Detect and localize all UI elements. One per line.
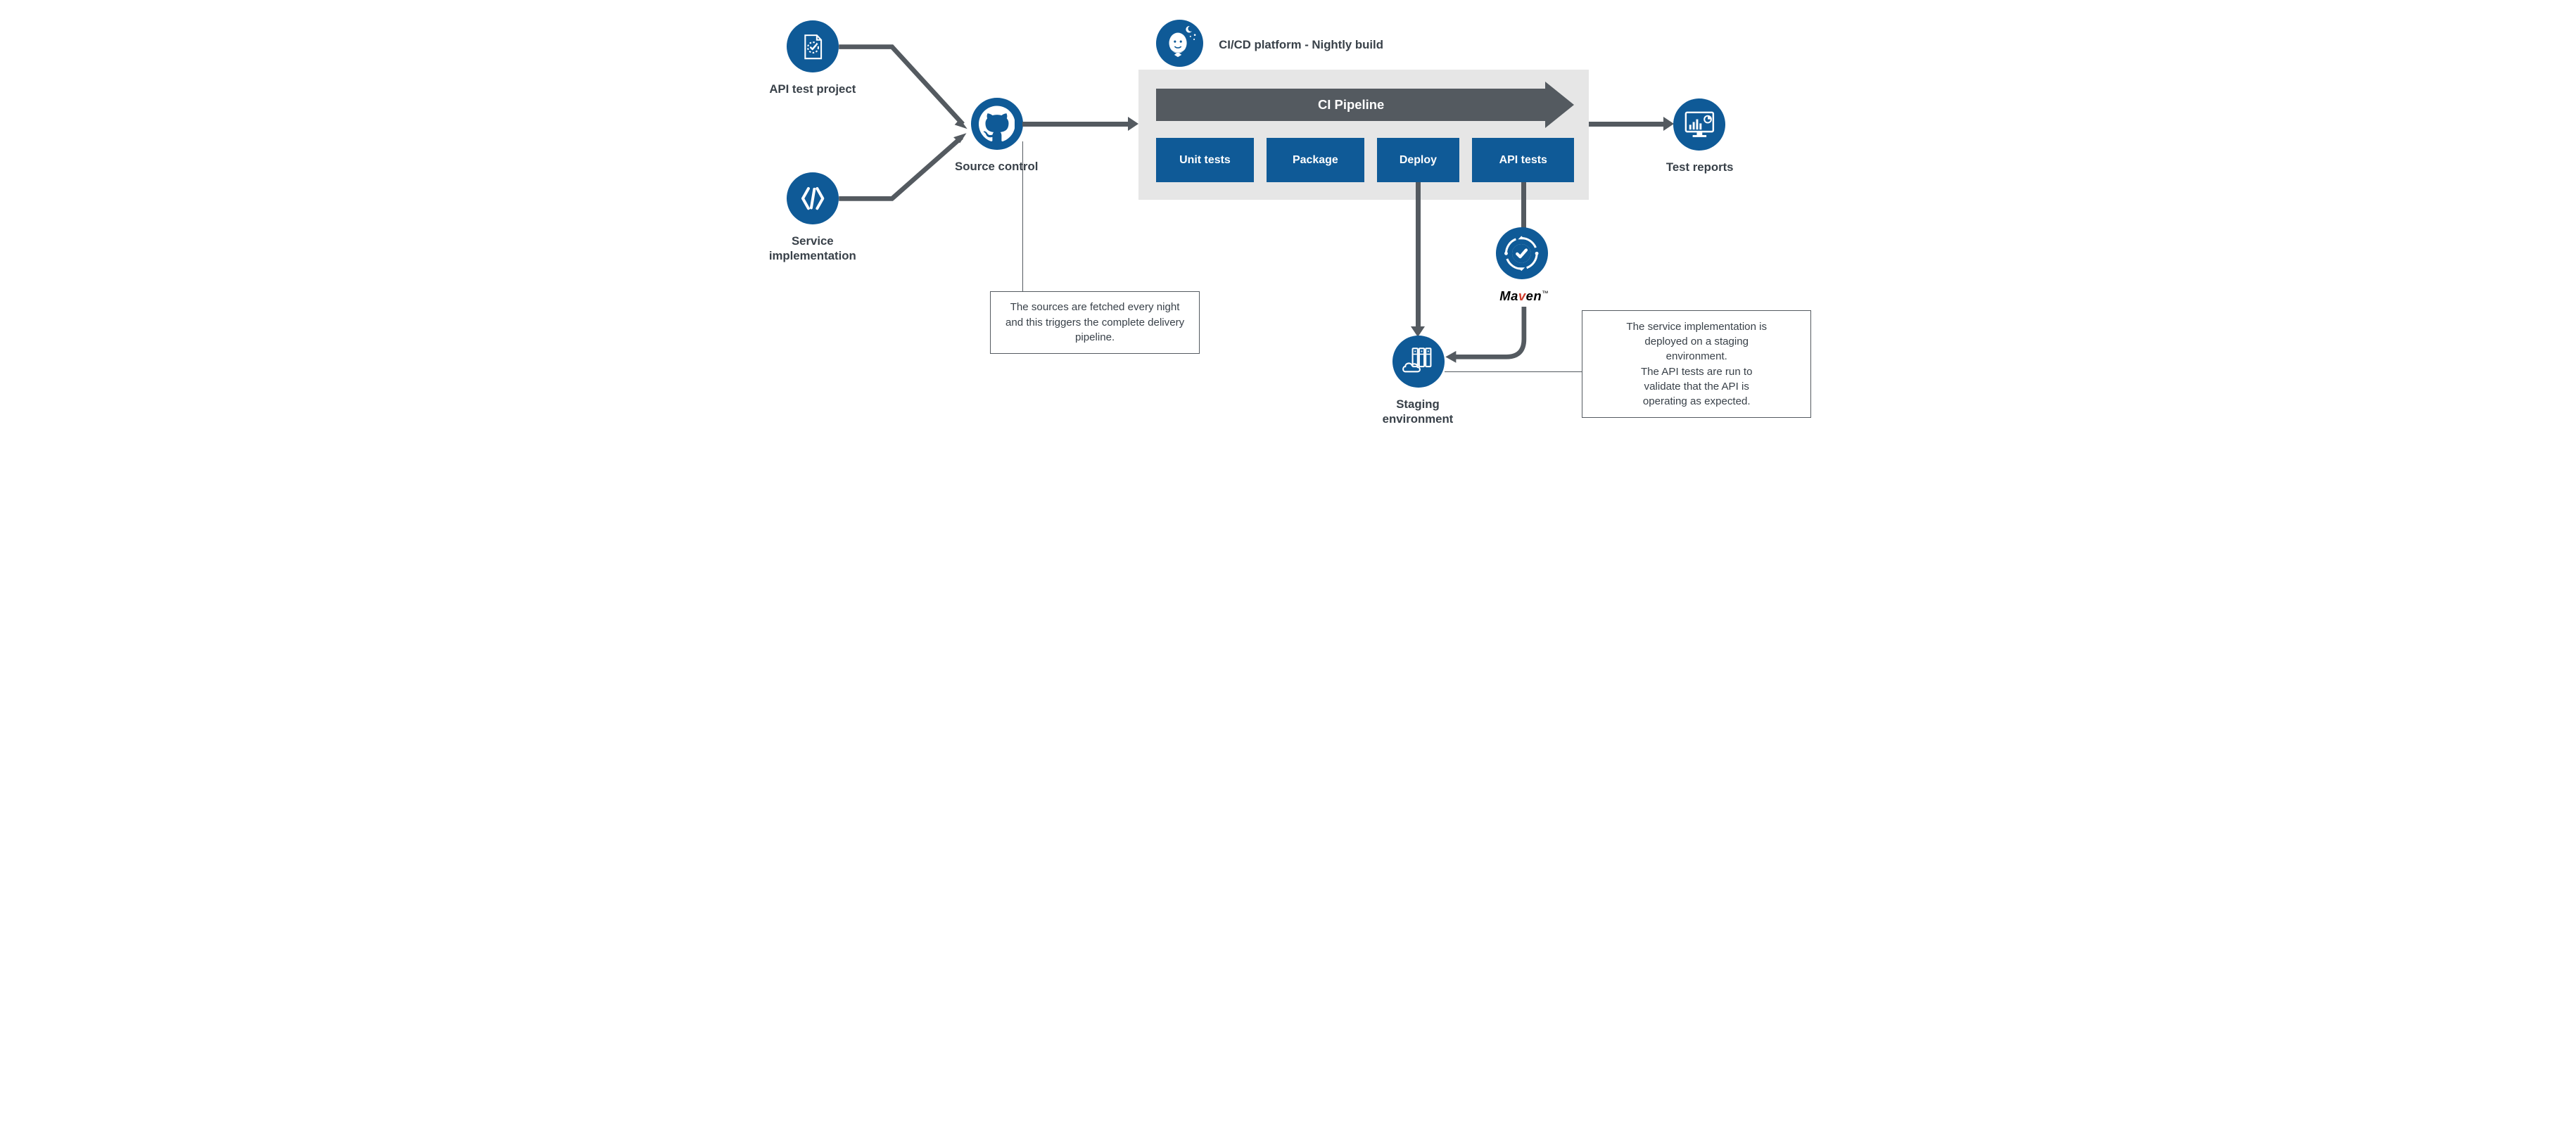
api-test-project-icon (787, 20, 839, 72)
service-impl-icon (787, 172, 839, 224)
connector-apitests-to-maven (1521, 182, 1526, 229)
maven-badge-icon (1496, 227, 1548, 279)
cicd-title: CI/CD platform - Nightly build (1219, 38, 1485, 53)
test-reports-icon (1673, 98, 1725, 151)
staging-note: The service implementation is deployed o… (1582, 310, 1811, 417)
stage-package: Package (1267, 138, 1364, 182)
source-control-label: Source control (948, 160, 1045, 174)
staging-note-l5: validate that the API is (1644, 381, 1749, 393)
ci-pipeline-banner-text: CI Pipeline (1318, 97, 1384, 113)
test-reports-label: Test reports (1651, 160, 1748, 175)
jenkins-icon (1156, 20, 1203, 67)
diagram-canvas: API test project Service implementation … (748, 0, 1829, 479)
staging-label-line2: environment (1383, 412, 1454, 426)
github-icon (971, 98, 1023, 150)
maven-label: Maven™ (1492, 288, 1556, 304)
service-impl-label-line1: Service (792, 234, 834, 248)
staging-env-label: Staging environment (1364, 397, 1471, 427)
maven-v: v (1518, 288, 1526, 303)
connector-pipeline-to-reports (1589, 122, 1664, 127)
arrowhead-pipeline-to-reports (1663, 117, 1674, 131)
staging-label-line1: Staging (1396, 397, 1439, 411)
ci-pipeline-banner: CI Pipeline (1156, 89, 1546, 121)
maven-suffix: en (1526, 288, 1542, 303)
service-impl-label-line2: implementation (769, 249, 856, 262)
leader-staging-note (1445, 371, 1582, 372)
connector-api-to-source (836, 42, 977, 136)
source-note-text: The sources are fetched every night and … (1005, 301, 1184, 343)
stage-deploy: Deploy (1377, 138, 1459, 182)
staging-note-l3: environment. (1666, 350, 1727, 362)
ci-pipeline-banner-arrowhead (1545, 82, 1574, 128)
staging-note-l6: operating as expected. (1643, 395, 1751, 407)
service-impl-label: Service implementation (759, 234, 865, 264)
connector-maven-to-staging (1435, 307, 1536, 375)
staging-note-l1: The service implementation is (1626, 321, 1767, 333)
maven-tm: ™ (1542, 289, 1549, 296)
stage-api-tests: API tests (1472, 138, 1574, 182)
leader-source-note (1022, 141, 1023, 291)
staging-env-icon (1392, 336, 1445, 388)
staging-note-l4: The API tests are run to (1641, 366, 1753, 378)
staging-note-l2: deployed on a staging (1644, 336, 1749, 348)
connector-source-to-pipeline (1022, 122, 1129, 127)
connector-deploy-to-staging (1416, 182, 1421, 327)
stage-unit-tests: Unit tests (1156, 138, 1253, 182)
source-note: The sources are fetched every night and … (990, 291, 1199, 354)
arrowhead-source-to-pipeline (1128, 117, 1138, 131)
maven-prefix: Ma (1499, 288, 1518, 303)
